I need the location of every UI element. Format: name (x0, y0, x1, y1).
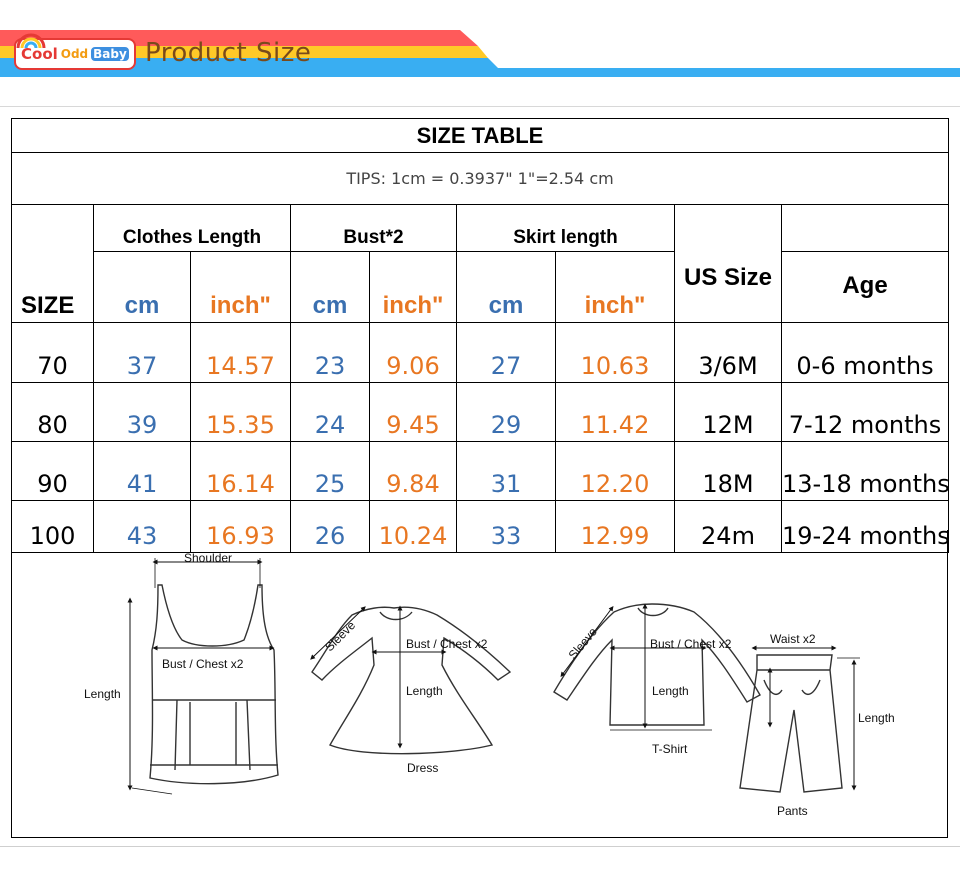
table-row: 80 39 15.35 24 9.45 29 11.42 12M 7-12 mo… (11, 381, 950, 442)
header-skirt-cm: cm (456, 251, 556, 323)
tshirt-illustration (553, 603, 761, 726)
brand-word-odd: Odd (60, 47, 89, 61)
group-skirt-length: Skirt length (456, 204, 675, 252)
tshirt-bust-label: Bust / Chest x2 (650, 637, 732, 651)
cell-us-size: 18M (674, 440, 782, 501)
cell-clothes-inch: 14.57 (190, 321, 291, 383)
banner-stripes (0, 30, 960, 77)
cell-clothes-cm: 41 (93, 440, 191, 501)
cell-clothes-cm: 37 (93, 321, 191, 383)
dress-length-label: Length (406, 684, 443, 698)
group-spacer (11, 204, 94, 252)
tshirt-caption: T-Shirt (652, 742, 688, 756)
dress-sleeve-label: Sleeve (322, 618, 358, 654)
measurement-diagram: Shoulder Bust / Chest x2 Length Sleeve B… (11, 530, 948, 838)
cell-bust-cm: 23 (290, 321, 370, 383)
group-clothes-length: Clothes Length (93, 204, 291, 252)
tshirt-sleeve-label: Sleeve (566, 625, 601, 662)
cell-skirt-cm: 31 (456, 440, 556, 501)
header-bust-cm: cm (290, 251, 370, 323)
tank-shoulder-label: Shoulder (184, 551, 232, 565)
size-table: SIZE TABLE TIPS: 1cm = 0.3937" 1"=2.54 c… (10, 118, 950, 553)
page-title: Product Size (145, 38, 312, 68)
header-divider (0, 106, 960, 107)
cell-size: 70 (11, 321, 94, 383)
rainbow-icon (16, 33, 46, 49)
cell-bust-inch: 9.06 (369, 321, 457, 383)
cell-size: 80 (11, 381, 94, 442)
brand-logo: Cool Odd Baby (14, 33, 136, 70)
header-clothes-cm: cm (93, 251, 191, 323)
header-banner: Cool Odd Baby Product Size (0, 0, 960, 90)
cell-age: 0-6 months (780, 321, 950, 383)
tshirt-length-label: Length (652, 684, 689, 698)
header-size: SIZE (11, 251, 94, 323)
tank-top-illustration (149, 584, 279, 785)
group-spacer (780, 204, 950, 252)
header-age: Age (780, 251, 950, 323)
group-bust: Bust*2 (290, 204, 457, 252)
cell-age: 13-18 months (780, 440, 950, 501)
garment-illustrations: Shoulder Bust / Chest x2 Length Sleeve B… (84, 551, 895, 818)
cell-age: 7-12 months (780, 381, 950, 442)
cell-skirt-cm: 29 (456, 381, 556, 442)
tank-bust-label: Bust / Chest x2 (162, 657, 244, 671)
cell-skirt-inch: 12.20 (555, 440, 675, 501)
header-clothes-inch: inch" (190, 251, 291, 323)
tank-length-label: Length (84, 687, 121, 701)
header-us-size: US Size (674, 251, 782, 323)
header-bust-inch: inch" (369, 251, 457, 323)
cell-clothes-cm: 39 (93, 381, 191, 442)
pants-illustration (739, 654, 843, 793)
cell-skirt-inch: 10.63 (555, 321, 675, 383)
cell-us-size: 3/6M (674, 321, 782, 383)
cell-bust-cm: 24 (290, 381, 370, 442)
footer-divider (0, 846, 960, 847)
cell-us-size: 12M (674, 381, 782, 442)
table-row: 70 37 14.57 23 9.06 27 10.63 3/6M 0-6 mo… (11, 321, 950, 383)
cell-bust-inch: 9.45 (369, 381, 457, 442)
brand-word-baby: Baby (91, 47, 129, 61)
header-skirt-inch: inch" (555, 251, 675, 323)
conversion-tips: TIPS: 1cm = 0.3937" 1"=2.54 cm (10, 152, 950, 205)
pants-length-label: Length (858, 711, 895, 725)
cell-bust-cm: 25 (290, 440, 370, 501)
cell-size: 90 (11, 440, 94, 501)
pants-caption: Pants (777, 804, 808, 818)
table-row: 90 41 16.14 25 9.84 31 12.20 18M 13-18 m… (11, 440, 950, 501)
dress-bust-label: Bust / Chest x2 (406, 637, 488, 651)
table-title: SIZE TABLE (10, 118, 950, 153)
group-spacer (674, 204, 782, 252)
pants-waist-label: Waist x2 (770, 632, 816, 646)
cell-skirt-inch: 11.42 (555, 381, 675, 442)
dress-caption: Dress (407, 761, 438, 775)
cell-skirt-cm: 27 (456, 321, 556, 383)
cell-bust-inch: 9.84 (369, 440, 457, 501)
cell-clothes-inch: 15.35 (190, 381, 291, 442)
cell-clothes-inch: 16.14 (190, 440, 291, 501)
